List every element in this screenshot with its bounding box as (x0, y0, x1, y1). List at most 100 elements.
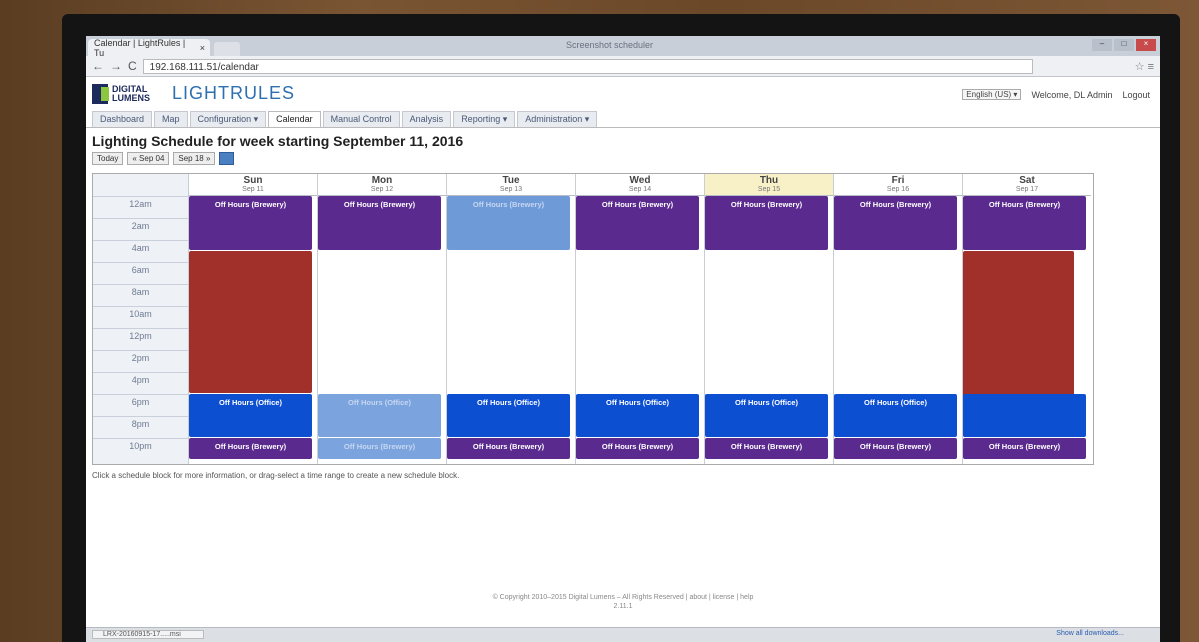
day-header: Sun Sep 11 (189, 174, 317, 196)
day-name: Sat (1019, 175, 1035, 186)
close-window-icon[interactable]: × (1136, 39, 1156, 51)
day-name: Mon (371, 175, 393, 186)
menu-administration[interactable]: Administration ▾ (517, 111, 598, 127)
browser-window: Calendar | LightRules | Tu × Screenshot … (86, 36, 1160, 642)
schedule-block[interactable]: Off Hours (Brewery) (834, 196, 957, 250)
page-title: Lighting Schedule for week starting Sept… (92, 133, 464, 149)
time-slot-label: 8pm (93, 416, 188, 438)
today-button[interactable]: Today (92, 152, 124, 165)
day-name: Tue (502, 175, 520, 186)
day-date: Sep 17 (1015, 186, 1039, 193)
schedule-block[interactable]: Off Hours (Brewery) (189, 438, 312, 459)
schedule-block[interactable]: Off Hours (Office) (447, 394, 570, 437)
menu-reporting[interactable]: Reporting ▾ (453, 111, 516, 127)
window-title: Screenshot scheduler (566, 40, 654, 50)
day-name: Wed (629, 175, 651, 186)
week-navigation: Today « Sep 04 Sep 18 » (92, 152, 1160, 165)
footer: © Copyright 2010–2015 Digital Lumens – A… (86, 593, 1160, 611)
schedule-block[interactable]: Off Hours (Brewery) (576, 196, 699, 250)
menu-calendar[interactable]: Calendar (268, 111, 321, 127)
logo-text: DIGITAL LUMENS (112, 83, 150, 103)
back-icon[interactable]: ← (92, 59, 104, 73)
header-right: English (US) ▾ Welcome, DL Admin Logout (962, 89, 1150, 100)
time-slot-label: 6am (93, 262, 188, 284)
product-name: LIGHTRULES (172, 83, 296, 103)
tab-strip: Calendar | LightRules | Tu × Screenshot … (86, 36, 1160, 58)
schedule-block[interactable]: Off Hours (Brewery) (318, 438, 441, 459)
day-header: Mon Sep 12 (318, 174, 446, 196)
app-header: DIGITAL LUMENS LIGHTRULES English (US) ▾… (86, 77, 1160, 109)
schedule-block[interactable]: Off Hours (Brewery) (447, 196, 570, 250)
new-tab-button[interactable] (214, 42, 240, 56)
time-column: 12am 2am 4am 6am 8am 10am 12pm 2pm 4pm 6pm 8pm 10pm (93, 174, 189, 464)
prev-week-button[interactable]: « Sep 04 (127, 152, 170, 165)
day-header: Sat Sep 17 (963, 174, 1091, 196)
download-item[interactable]: LRX-20160915-17.....msi (92, 630, 204, 639)
menu-manual-control[interactable]: Manual Control (322, 111, 400, 127)
download-bar: LRX-20160915-17.....msi Show all downloa… (86, 627, 1160, 642)
time-slot-label: 4pm (93, 372, 188, 394)
show-all-downloads-link[interactable]: Show all downloads... (1056, 630, 1124, 637)
reload-icon[interactable]: C (128, 59, 137, 73)
day-header: Fri Sep 16 (834, 174, 962, 196)
schedule-calendar[interactable]: 12am 2am 4am 6am 8am 10am 12pm 2pm 4pm 6pm 8pm 10pm… (92, 173, 1094, 465)
instruction-text: Click a schedule block for more informat… (92, 471, 460, 480)
close-icon[interactable]: × (200, 43, 205, 53)
main-menu: Dashboard Map Configuration ▾ Calendar M… (86, 111, 1160, 128)
schedule-block[interactable]: Off Hours (Brewery) (318, 196, 441, 250)
schedule-block[interactable]: Off Hours (Office) (576, 394, 699, 437)
time-slot-label: 12pm (93, 328, 188, 350)
day-date: Sep 14 (628, 186, 652, 193)
next-week-button[interactable]: Sep 18 » (173, 152, 216, 165)
schedule-block[interactable]: Off Hours (Brewery) (963, 196, 1086, 250)
time-slot-label: 6pm (93, 394, 188, 416)
schedule-block[interactable]: Off Hours (Office) (318, 394, 441, 437)
schedule-block[interactable]: Off Hours (Office) (189, 394, 312, 437)
time-slot-label: 10am (93, 306, 188, 328)
minimize-icon[interactable]: – (1092, 39, 1112, 51)
logo: DIGITAL LUMENS LIGHTRULES (92, 83, 295, 104)
schedule-block[interactable]: Off Hours (Brewery) (705, 196, 828, 250)
address-bar: ← → C 192.168.111.51/calendar ☆ ≡ (86, 56, 1160, 77)
logo-mark-icon (92, 83, 109, 104)
schedule-block[interactable]: Off Hours (Brewery) (963, 438, 1086, 459)
menu-analysis[interactable]: Analysis (401, 111, 452, 127)
day-date: Sep 12 (370, 186, 394, 193)
schedule-block[interactable]: Off Hours (Office) (834, 394, 957, 437)
time-slot-label: 2am (93, 218, 188, 240)
menu-dashboard[interactable]: Dashboard (92, 111, 153, 127)
day-date: Sep 11 (242, 186, 264, 193)
schedule-block[interactable]: Off Hours (Brewery) (576, 438, 699, 459)
time-slot-label: 8am (93, 284, 188, 306)
calendar-icon[interactable] (219, 152, 235, 165)
time-slot-label: 12am (93, 196, 188, 218)
time-slot-label: 2pm (93, 350, 188, 372)
schedule-block[interactable] (189, 251, 312, 393)
schedule-block[interactable]: Off Hours (Brewery) (189, 196, 312, 250)
day-name: Sun (243, 175, 263, 186)
schedule-block[interactable]: Off Hours (Brewery) (447, 438, 570, 459)
forward-icon[interactable]: → (110, 59, 122, 73)
day-header: Wed Sep 14 (576, 174, 704, 196)
schedule-block[interactable]: Off Hours (Brewery) (834, 438, 957, 459)
bookmark-star-icon[interactable]: ☆ ≡ (1135, 60, 1154, 73)
schedule-block[interactable]: Off Hours (Brewery) (705, 438, 828, 459)
day-date: Sep 13 (499, 186, 523, 193)
schedule-block[interactable] (963, 394, 1086, 437)
menu-map[interactable]: Map (154, 111, 188, 127)
time-slot-label: 10pm (93, 438, 188, 460)
time-slot-label: 4am (93, 240, 188, 262)
day-date: Sep 16 (886, 186, 910, 193)
day-header: Tue Sep 13 (447, 174, 575, 196)
day-name: Fri (891, 175, 905, 186)
language-select[interactable]: English (US) ▾ (962, 89, 1022, 100)
day-header: Thu Sep 15 (705, 174, 833, 196)
url-input[interactable]: 192.168.111.51/calendar (142, 58, 1033, 74)
tab-title: Calendar | LightRules | Tu (94, 37, 186, 58)
copyright-text: © Copyright 2010–2015 Digital Lumens – A… (492, 594, 754, 601)
menu-configuration[interactable]: Configuration ▾ (189, 111, 267, 127)
schedule-block[interactable]: Off Hours (Office) (705, 394, 828, 437)
maximize-icon[interactable]: □ (1114, 39, 1134, 51)
browser-tab[interactable]: Calendar | LightRules | Tu × (88, 37, 210, 58)
logout-link[interactable]: Logout (1122, 90, 1150, 100)
